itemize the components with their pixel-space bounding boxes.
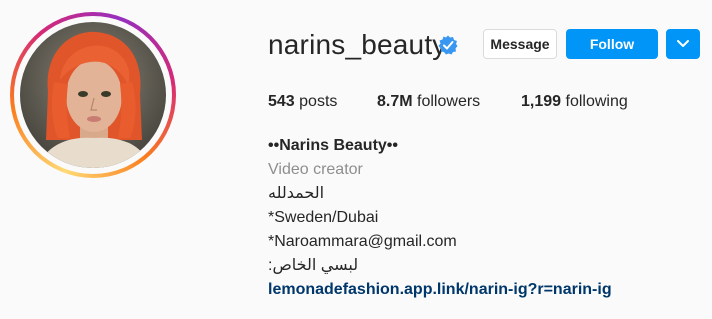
bio-line-2: *Sweden/Dubai [268, 209, 379, 226]
profile-avatar-ring[interactable] [10, 12, 176, 178]
bio-line-3: *Naroammara@gmail.com [268, 233, 457, 250]
profile-username: narins_beauty [268, 29, 447, 60]
bio-display-name: ••Narins Beauty•• [268, 137, 398, 154]
bio-category: Video creator [268, 161, 363, 178]
profile-bio: ••Narins Beauty•• Video creator الحمدلله… [268, 134, 612, 302]
profile-avatar[interactable] [20, 22, 166, 168]
posts-stat: 543 posts [268, 92, 337, 112]
followers-label: followers [417, 93, 481, 110]
chevron-down-icon [677, 40, 689, 47]
suggested-accounts-dropdown-button[interactable] [666, 29, 700, 59]
avatar-image [20, 22, 166, 168]
posts-count: 543 [268, 93, 295, 110]
followers-count: 8.7M [377, 93, 413, 110]
following-stat[interactable]: 1,199 following [521, 92, 628, 112]
posts-label: posts [299, 93, 338, 110]
bio-line-4: لبسي الخاص: [268, 257, 359, 274]
followers-stat[interactable]: 8.7M followers [377, 92, 480, 112]
follow-button[interactable]: Follow [566, 29, 658, 59]
message-button[interactable]: Message [483, 29, 557, 59]
following-count: 1,199 [521, 93, 562, 110]
following-label: following [565, 93, 628, 110]
bio-line-1: الحمدلله [268, 185, 325, 202]
bio-external-link[interactable]: lemonadefashion.app.link/narin-ig?r=nari… [268, 278, 612, 302]
verified-badge-icon [438, 35, 458, 55]
